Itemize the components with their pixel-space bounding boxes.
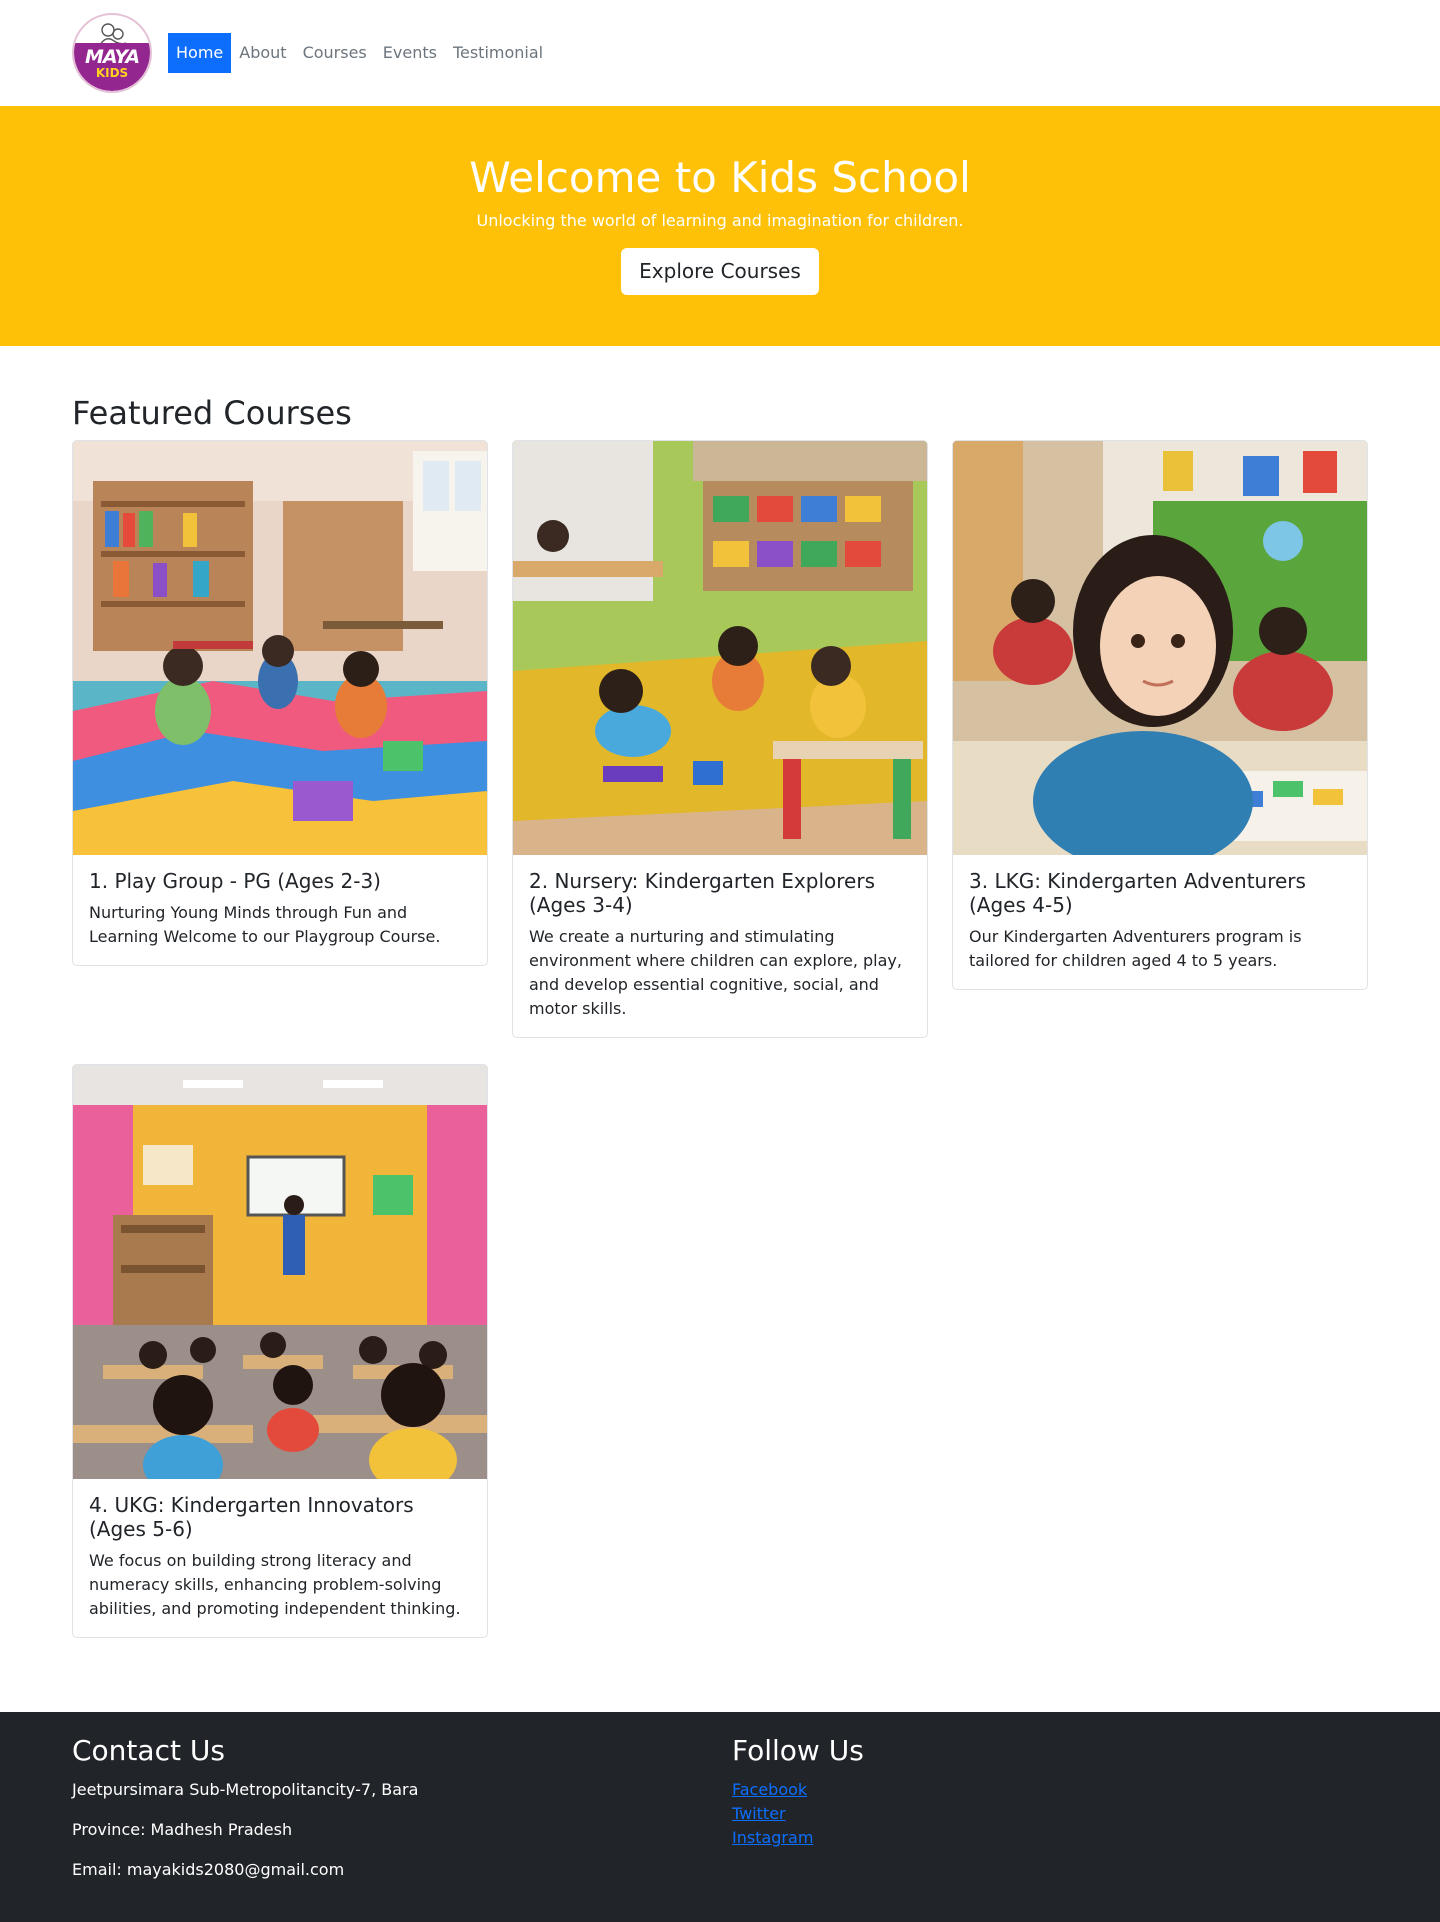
logo-badge: MAYA KIDS xyxy=(74,43,150,91)
nav-home[interactable]: Home xyxy=(168,33,232,73)
course-title: 3. LKG: Kindergarten Adventurers (Ages 4… xyxy=(969,869,1306,917)
contact-email: Email: mayakids2080@gmail.com xyxy=(72,1860,345,1879)
follow-heading: Follow Us xyxy=(732,1734,864,1767)
course-card-lkg[interactable]: 3. LKG: Kindergarten Adventurers (Ages 4… xyxy=(952,440,1368,990)
lkg-girl-drawing-image xyxy=(953,441,1367,855)
contact-section: Contact Us Jeetpursimara Sub-Metropolita… xyxy=(72,1734,418,1898)
nav-courses[interactable]: Courses xyxy=(295,33,375,73)
hero-subtitle: Unlocking the world of learning and imag… xyxy=(476,211,964,230)
contact-province: Province: Madhesh Pradesh xyxy=(72,1820,293,1839)
main-nav: Home About Courses Events Testimonial xyxy=(168,33,551,73)
nav-testimonial[interactable]: Testimonial xyxy=(445,33,551,73)
contact-address: Jeetpursimara Sub-Metropolitancity-7, Ba… xyxy=(72,1780,419,1799)
course-title: 2. Nursery: Kindergarten Explorers (Ages… xyxy=(529,869,875,917)
featured-courses-heading: Featured Courses xyxy=(72,394,352,432)
course-title: 4. UKG: Kindergarten Innovators (Ages 5-… xyxy=(89,1493,414,1541)
navbar: MAYA KIDS Home About Courses Events Test… xyxy=(0,0,1440,106)
maya-kids-logo[interactable]: MAYA KIDS xyxy=(72,13,152,93)
card-body: 3. LKG: Kindergarten Adventurers (Ages 4… xyxy=(953,855,1367,989)
card-body: 2. Nursery: Kindergarten Explorers (Ages… xyxy=(513,855,927,1037)
logo-sub: KIDS xyxy=(95,66,129,80)
course-description: Our Kindergarten Adventurers program is … xyxy=(969,927,1302,970)
course-description: We create a nurturing and stimulating en… xyxy=(529,927,902,1018)
nursery-classroom-image xyxy=(513,441,927,855)
logo-word: MAYA xyxy=(84,46,140,68)
playgroup-classroom-image xyxy=(73,441,487,855)
card-body: 4. UKG: Kindergarten Innovators (Ages 5-… xyxy=(73,1479,487,1637)
footer: Contact Us Jeetpursimara Sub-Metropolita… xyxy=(0,1712,1440,1922)
course-description: We focus on building strong literacy and… xyxy=(89,1551,461,1618)
course-description: Nurturing Young Minds through Fun and Le… xyxy=(89,903,441,946)
twitter-link[interactable]: Twitter xyxy=(732,1802,864,1826)
facebook-link[interactable]: Facebook xyxy=(732,1778,864,1802)
card-body: 1. Play Group - PG (Ages 2-3) Nurturing … xyxy=(73,855,487,965)
course-title: 1. Play Group - PG (Ages 2-3) xyxy=(89,869,381,893)
main-content: Featured Courses 1. Play Group - PG (Age… xyxy=(72,346,1368,1638)
ukg-classroom-image xyxy=(73,1065,487,1479)
course-card-ukg[interactable]: 4. UKG: Kindergarten Innovators (Ages 5-… xyxy=(72,1064,488,1638)
course-card-nursery[interactable]: 2. Nursery: Kindergarten Explorers (Ages… xyxy=(512,440,928,1038)
nav-events[interactable]: Events xyxy=(375,33,445,73)
nav-about[interactable]: About xyxy=(231,33,294,73)
contact-heading: Contact Us xyxy=(72,1734,225,1767)
hero-title: Welcome to Kids School xyxy=(469,153,971,202)
course-card-playgroup[interactable]: 1. Play Group - PG (Ages 2-3) Nurturing … xyxy=(72,440,488,966)
hero-banner: Welcome to Kids School Unlocking the wor… xyxy=(0,106,1440,346)
explore-courses-button[interactable]: Explore Courses xyxy=(621,248,819,295)
follow-section: Follow Us Facebook Twitter Instagram xyxy=(732,1734,864,1850)
instagram-link[interactable]: Instagram xyxy=(732,1826,864,1850)
